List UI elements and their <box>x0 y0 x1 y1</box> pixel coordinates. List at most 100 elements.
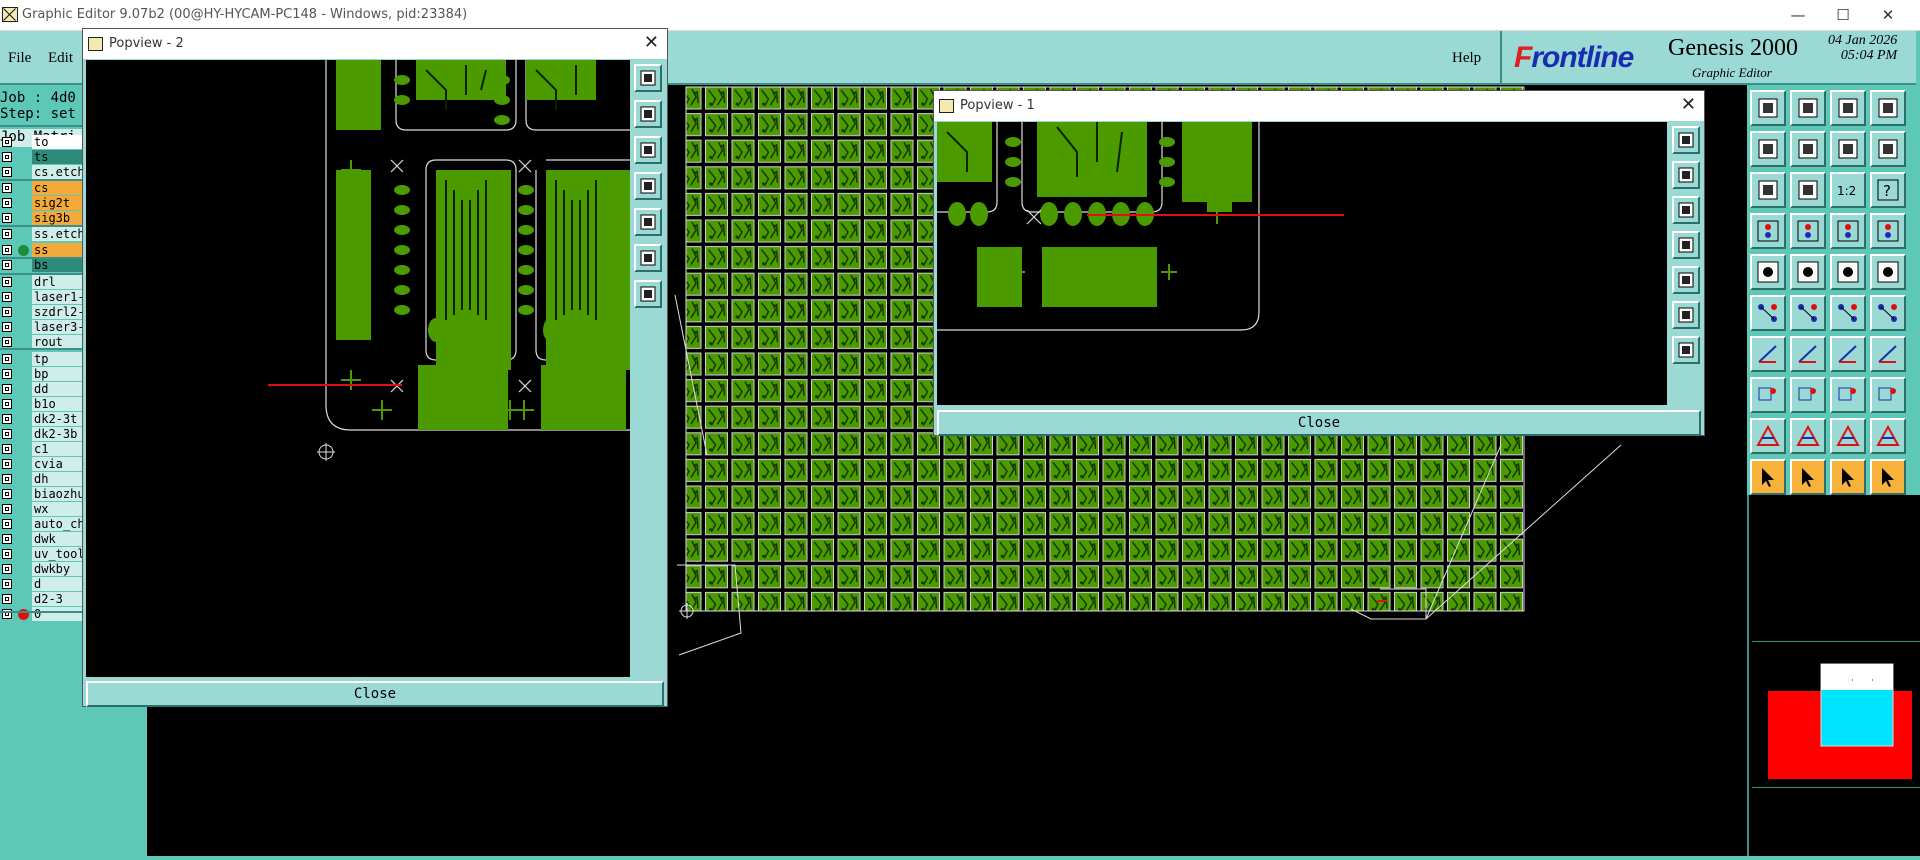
add-pad-tool-button[interactable] <box>1750 254 1786 290</box>
layer-checkbox[interactable] <box>2 414 12 424</box>
center-button[interactable] <box>1672 336 1700 364</box>
layer-checkbox[interactable] <box>2 429 12 439</box>
layer-checkbox[interactable] <box>2 322 12 332</box>
pan-right-button[interactable] <box>1672 266 1700 294</box>
feature-query-tool-button[interactable] <box>1870 213 1906 249</box>
center-button[interactable] <box>634 280 662 308</box>
draw-slash-tool-button[interactable] <box>1790 336 1826 372</box>
layer-checkbox[interactable] <box>2 519 12 529</box>
zoom-in-button[interactable] <box>634 64 662 92</box>
layer-checkbox[interactable] <box>2 167 12 177</box>
open-job-tool-button[interactable] <box>1750 90 1786 126</box>
popview-1-view[interactable] <box>937 122 1667 405</box>
layer-checkbox[interactable] <box>2 369 12 379</box>
add-line-tool-button[interactable] <box>1790 254 1826 290</box>
pointer-box-tool-button[interactable] <box>1790 459 1826 495</box>
layer-checkbox[interactable] <box>2 444 12 454</box>
layer-checkbox[interactable] <box>2 564 12 574</box>
layer-checkbox[interactable] <box>2 245 12 255</box>
layer-checkbox[interactable] <box>2 549 12 559</box>
overview-map[interactable] <box>1752 641 1920 788</box>
popview-1-window[interactable]: Popview - 1 ✕ Close <box>933 90 1705 436</box>
triangle-c-tool-button[interactable] <box>1830 418 1866 454</box>
popview-2-window[interactable]: Popview - 2 ✕ Close <box>82 28 668 707</box>
popview-2-view[interactable] <box>86 60 630 677</box>
popview-1-close-x[interactable]: ✕ <box>1681 94 1696 115</box>
move-left-tool-button[interactable] <box>1750 131 1786 167</box>
snap-tool-button[interactable] <box>1870 131 1906 167</box>
layer-checkbox[interactable] <box>2 152 12 162</box>
home-tool-button[interactable] <box>1830 90 1866 126</box>
fit-button[interactable] <box>1672 301 1700 329</box>
close-button[interactable]: ✕ <box>1868 2 1908 28</box>
triangle-d-tool-button[interactable] <box>1870 418 1906 454</box>
arc-tool-button[interactable] <box>1830 336 1866 372</box>
layer-checkbox[interactable] <box>2 277 12 287</box>
layer-checkbox[interactable] <box>2 474 12 484</box>
layers-tool-button[interactable] <box>1870 90 1906 126</box>
layer-checkbox[interactable] <box>2 260 12 270</box>
draw-angle-tool-button[interactable] <box>1750 336 1786 372</box>
fit-button[interactable] <box>634 244 662 272</box>
layer-checkbox[interactable] <box>2 579 12 589</box>
move-right-tool-button[interactable] <box>1790 131 1826 167</box>
triangle-b-tool-button[interactable] <box>1790 418 1826 454</box>
menu-help[interactable]: Help <box>1452 50 1481 67</box>
layer-checkbox[interactable] <box>2 137 12 147</box>
measure-tool-button[interactable] <box>1750 213 1786 249</box>
layer-checkbox[interactable] <box>2 198 12 208</box>
zoom-fit-tool-button[interactable] <box>1750 172 1786 208</box>
copy-feature-tool-button[interactable] <box>1870 295 1906 331</box>
pan-right-button[interactable] <box>634 208 662 236</box>
layer-checkbox[interactable] <box>2 384 12 394</box>
swap-tool-button[interactable] <box>1830 131 1866 167</box>
layer-checkbox[interactable] <box>2 354 12 364</box>
layer-checkbox[interactable] <box>2 213 12 223</box>
layer-checkbox[interactable] <box>2 229 12 239</box>
layer-checkbox[interactable] <box>2 292 12 302</box>
pan-left-button[interactable] <box>634 172 662 200</box>
pan-up-button[interactable] <box>1672 196 1700 224</box>
zoom-in-button[interactable] <box>1672 126 1700 154</box>
popview-2-title-bar[interactable]: Popview - 2 ✕ <box>83 29 667 59</box>
pointer-tool-button[interactable] <box>1750 459 1786 495</box>
layer-checkbox[interactable] <box>2 459 12 469</box>
help-tool-button[interactable]: ? <box>1870 172 1906 208</box>
popview-2-close-button[interactable]: Close <box>86 681 664 707</box>
maximize-button[interactable]: ☐ <box>1823 2 1863 28</box>
save-tool-button[interactable] <box>1790 90 1826 126</box>
group-tool-button[interactable] <box>1870 377 1906 413</box>
layer-checkbox[interactable] <box>2 489 12 499</box>
layer-checkbox[interactable] <box>2 504 12 514</box>
layer-checkbox[interactable] <box>2 183 12 193</box>
zoom-ratio-tool-button[interactable]: 1:2 <box>1830 172 1866 208</box>
menu-file[interactable]: File <box>8 50 31 67</box>
popview-2-close-x[interactable]: ✕ <box>644 32 659 53</box>
add-text-tool-button[interactable] <box>1830 254 1866 290</box>
select-box-tool-button[interactable] <box>1750 377 1786 413</box>
feature-list-tool-button[interactable] <box>1830 213 1866 249</box>
pan-up-button[interactable] <box>634 136 662 164</box>
move-feature-tool-button[interactable] <box>1830 295 1866 331</box>
zoom-page-tool-button[interactable] <box>1790 172 1826 208</box>
connect-tool-button[interactable] <box>1750 295 1786 331</box>
layer-checkbox[interactable] <box>2 534 12 544</box>
minimize-button[interactable]: — <box>1778 2 1818 28</box>
align-tool-button[interactable] <box>1830 377 1866 413</box>
zoom-out-button[interactable] <box>634 100 662 128</box>
layer-checkbox[interactable] <box>2 337 12 347</box>
triangle-a-tool-button[interactable] <box>1750 418 1786 454</box>
add-surface-tool-button[interactable] <box>1870 254 1906 290</box>
pointer-select-tool-button[interactable] <box>1830 459 1866 495</box>
pan-left-button[interactable] <box>1672 231 1700 259</box>
grid-tool-button[interactable] <box>1790 213 1826 249</box>
flip-tool-button[interactable] <box>1870 336 1906 372</box>
popview-1-title-bar[interactable]: Popview - 1 ✕ <box>934 91 1704 121</box>
layer-checkbox[interactable] <box>2 307 12 317</box>
zoom-out-button[interactable] <box>1672 161 1700 189</box>
layer-checkbox[interactable] <box>2 594 12 604</box>
popview-1-close-button[interactable]: Close <box>937 410 1701 436</box>
pointer-route-tool-button[interactable] <box>1870 459 1906 495</box>
menu-edit[interactable]: Edit <box>48 50 73 67</box>
layer-checkbox[interactable] <box>2 399 12 409</box>
